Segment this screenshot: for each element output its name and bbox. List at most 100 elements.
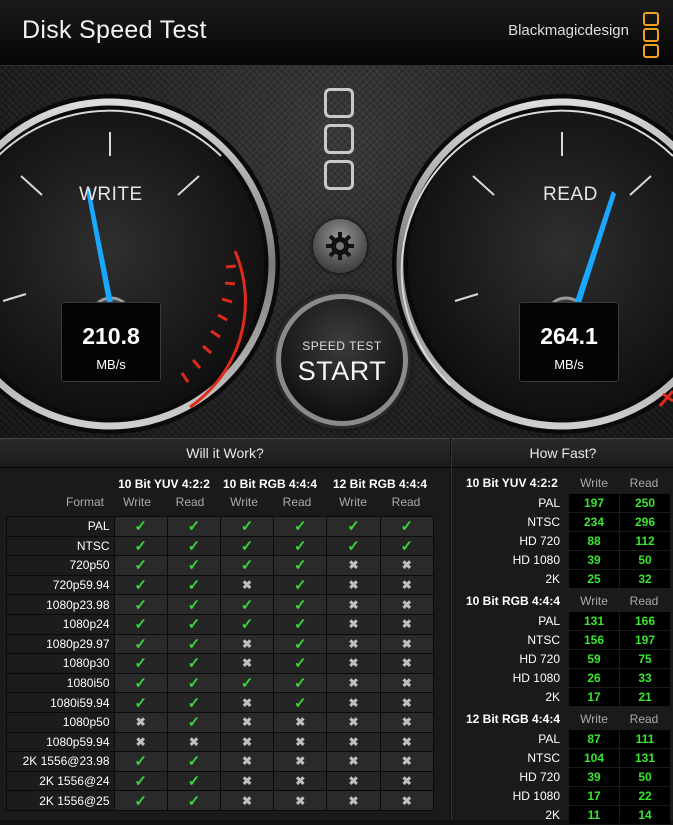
wiw-row: 1080p23.98 ✓ ✓ ✓ ✓ ✖ ✖ (6, 594, 435, 615)
wiw-cell: ✓ (113, 574, 168, 596)
brand-name: Blackmagicdesign (508, 22, 629, 39)
check-icon: ✓ (240, 537, 254, 555)
check-icon: ✓ (294, 557, 307, 575)
wiw-cell: ✖ (326, 711, 381, 733)
wiw-cell: ✖ (219, 731, 275, 753)
wiw-row: 1080p59.94 ✖ ✖ ✖ ✖ ✖ ✖ (6, 731, 435, 753)
check-icon: ✓ (134, 577, 147, 595)
wiw-group-yuv422: 10 Bit YUV 4:2:2 (118, 477, 210, 491)
cross-icon: ✖ (295, 793, 306, 808)
cross-icon: ✖ (242, 715, 253, 730)
cross-icon: ✖ (242, 793, 253, 808)
wiw-format-label: NTSC (6, 535, 115, 557)
wiw-cell: ✖ (326, 653, 381, 674)
cross-icon: ✖ (242, 695, 253, 710)
wiw-cell: ✓ (113, 633, 168, 655)
cross-icon: ✖ (295, 774, 306, 789)
wiw-format-label: 1080i59.94 (6, 692, 115, 713)
check-icon: ✓ (187, 753, 201, 771)
hf-format-label: HD 1080 (512, 789, 560, 803)
cross-icon: ✖ (348, 734, 359, 749)
cross-icon: ✖ (348, 558, 359, 573)
wiw-cell: ✓ (219, 516, 275, 537)
hf-write-value: 17 (569, 787, 619, 805)
cross-icon: ✖ (188, 734, 199, 749)
hf-format-label: PAL (538, 614, 560, 628)
hf-section-title: 10 Bit RGB 4:4:4 (466, 594, 561, 608)
wiw-cell: ✖ (379, 613, 435, 635)
write-speed-value: 210.8 (82, 323, 140, 349)
wiw-cell: ✓ (113, 790, 168, 811)
check-icon: ✓ (294, 616, 307, 634)
wiw-row: 720p50 ✓ ✓ ✓ ✓ ✖ ✖ (6, 555, 435, 576)
wiw-cell: ✓ (219, 672, 275, 694)
check-icon: ✓ (294, 655, 307, 673)
cross-icon: ✖ (135, 715, 146, 730)
hf-write-value: 17 (569, 688, 619, 706)
wiw-cell: ✖ (166, 731, 221, 753)
wiw-row: 1080p50 ✖ ✓ ✖ ✖ ✖ ✖ (6, 711, 435, 733)
wiw-cell: ✓ (166, 711, 221, 733)
wiw-cell: ✓ (273, 613, 328, 635)
wiw-cell: ✖ (326, 672, 381, 694)
wiw-format-label: 1080p50 (6, 711, 115, 733)
check-icon: ✓ (240, 675, 254, 693)
wiw-cell: ✓ (113, 594, 168, 615)
hf-section-title: 12 Bit RGB 4:4:4 (466, 712, 561, 726)
wiw-cell: ✓ (166, 535, 221, 557)
hf-read-value: 296 (620, 513, 670, 531)
hf-write-value: 234 (569, 513, 619, 531)
how-fast-title: How Fast? (452, 439, 673, 468)
wiw-sub-read: Read (175, 495, 205, 509)
hf-col-read: Read (629, 712, 659, 726)
wiw-cell: ✓ (166, 613, 221, 635)
read-speed-display: 264.1 MB/s (519, 302, 619, 382)
wiw-format-header: Format (65, 495, 104, 509)
read-gauge-label: READ (543, 184, 598, 205)
wiw-cell: ✖ (379, 633, 435, 655)
wiw-cell: ✓ (273, 653, 328, 674)
hf-format-label: HD 720 (519, 770, 560, 784)
hf-col-read: Read (629, 476, 659, 490)
wiw-cell: ✓ (273, 692, 328, 713)
write-gauge (0, 94, 280, 434)
hf-format-label: NTSC (527, 515, 560, 529)
wiw-cell: ✓ (166, 516, 221, 537)
hf-format-label: 2K (545, 808, 560, 822)
wiw-cell: ✖ (379, 692, 435, 713)
wiw-cell: ✖ (326, 555, 381, 576)
cross-icon: ✖ (401, 636, 412, 651)
settings-button[interactable] (313, 219, 367, 273)
hf-format-label: 2K (545, 572, 560, 586)
hf-read-value: 32 (620, 570, 670, 588)
wiw-cell: ✓ (113, 653, 168, 674)
check-icon: ✓ (400, 518, 414, 536)
gear-icon (326, 232, 354, 260)
cross-icon: ✖ (348, 754, 359, 769)
cross-icon: ✖ (348, 774, 359, 789)
brand-logo-icon (643, 12, 659, 58)
wiw-cell: ✖ (326, 574, 381, 596)
wiw-cell: ✖ (219, 770, 275, 792)
hf-write-value: 26 (569, 669, 619, 687)
wiw-row: 1080p24 ✓ ✓ ✓ ✓ ✖ ✖ (6, 613, 435, 635)
hf-format-label: HD 1080 (512, 671, 560, 685)
wiw-cell: ✓ (273, 574, 328, 596)
cross-icon: ✖ (242, 578, 253, 593)
check-icon: ✓ (294, 635, 307, 653)
wiw-cell: ✖ (273, 711, 328, 733)
hf-write-value: 39 (569, 551, 619, 569)
check-icon: ✓ (400, 537, 414, 555)
start-button[interactable]: SPEED TEST START (276, 294, 408, 426)
cross-icon: ✖ (242, 774, 253, 789)
wiw-cell: ✓ (219, 555, 275, 576)
wiw-format-label: 2K 1556@25 (6, 790, 115, 811)
hf-write-value: 197 (569, 494, 619, 512)
cross-icon: ✖ (348, 695, 359, 710)
cross-icon: ✖ (401, 617, 412, 632)
gauge-area: WRITE READ 210.8 MB/s 264.1 MB/s SPEED T… (0, 66, 673, 438)
cross-icon: ✖ (348, 597, 359, 612)
hf-format-label: PAL (538, 496, 560, 510)
read-gauge (392, 94, 673, 434)
cross-icon: ✖ (401, 754, 412, 769)
